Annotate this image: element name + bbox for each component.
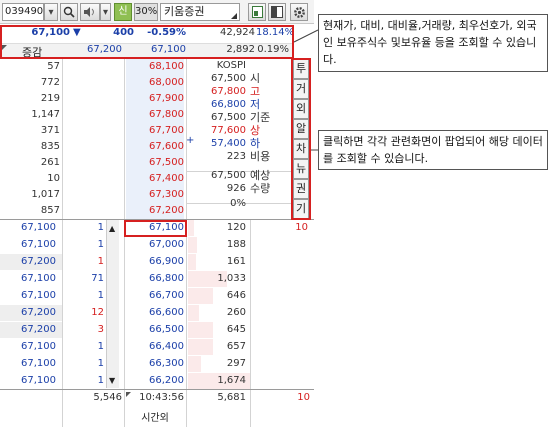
callout-tabs: 클릭하면 각각 관련화면이 팝업되어 해당 데이터를 조회할 수 있습니다. [318, 130, 548, 170]
callout-summary: 현재가, 대비, 대비율,거래량, 최우선호가, 외국인 보유주식수 및보유율 … [318, 14, 548, 72]
